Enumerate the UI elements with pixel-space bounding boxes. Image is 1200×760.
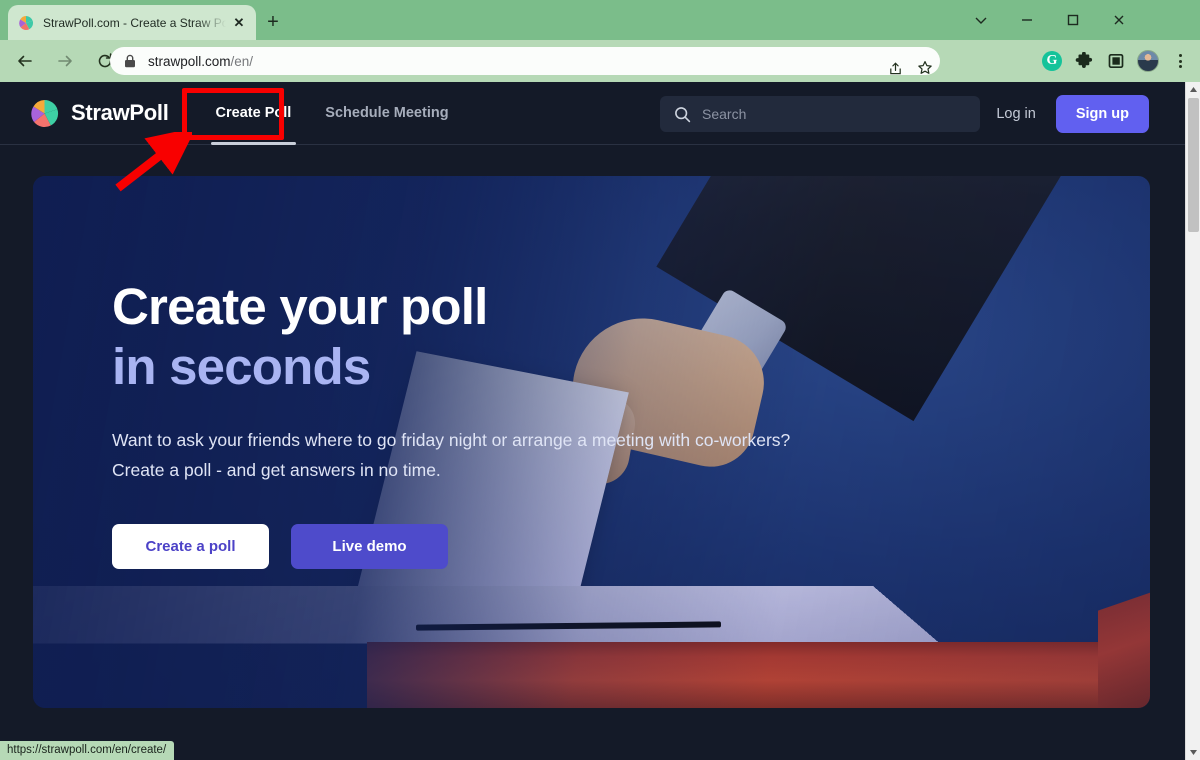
- hero-copy: Create your poll in seconds Want to ask …: [112, 277, 812, 569]
- nav-link-schedule-meeting[interactable]: Schedule Meeting: [308, 82, 465, 145]
- extensions-puzzle-icon[interactable]: [1068, 40, 1100, 82]
- site-search-placeholder: Search: [702, 106, 747, 122]
- page-scrollbar[interactable]: [1185, 82, 1200, 760]
- create-a-poll-button[interactable]: Create a poll: [112, 523, 269, 569]
- hero-heading-line1: Create your poll: [112, 278, 488, 335]
- url-path: /en/: [230, 53, 254, 69]
- site-nav-actions: Log in Sign up: [996, 82, 1149, 145]
- hero-cta-group: Create a poll Live demo: [112, 523, 812, 569]
- scroll-up-arrow-icon[interactable]: [1186, 82, 1200, 97]
- search-icon: [674, 106, 691, 123]
- browser-tab[interactable]: StrawPoll.com - Create a Straw Po ✕: [8, 5, 256, 40]
- scroll-down-arrow-icon[interactable]: [1186, 745, 1200, 760]
- browser-window: StrawPoll.com - Create a Straw Po ✕ + st…: [0, 0, 1200, 760]
- login-link[interactable]: Log in: [996, 106, 1036, 122]
- annotation-highlight-box: [182, 88, 284, 140]
- window-minimize-icon[interactable]: [1004, 0, 1050, 40]
- bookmark-star-icon[interactable]: [910, 54, 940, 82]
- site-logo[interactable]: StrawPoll: [29, 98, 169, 129]
- chrome-menu-icon[interactable]: [1164, 40, 1196, 82]
- url-host: strawpoll.com: [148, 53, 231, 69]
- profile-avatar[interactable]: [1132, 40, 1164, 82]
- window-close-icon[interactable]: [1096, 0, 1142, 40]
- forward-icon[interactable]: [50, 46, 80, 76]
- address-bar[interactable]: strawpoll.com/en/: [110, 47, 940, 75]
- strawpoll-pie-logo-icon: [31, 99, 59, 127]
- hero-heading: Create your poll in seconds: [112, 277, 812, 396]
- new-tab-button[interactable]: +: [262, 11, 284, 33]
- strawpoll-pie-favicon: [19, 15, 34, 30]
- address-bar-url: strawpoll.com/en/: [148, 54, 253, 69]
- site-secure-lock-icon: [124, 54, 136, 68]
- site-brand-label: StrawPoll: [71, 100, 169, 125]
- browser-tab-title: StrawPoll.com - Create a Straw Po: [43, 15, 228, 30]
- tab-search-chevron-down-icon[interactable]: [958, 0, 1004, 40]
- grammarly-extension-icon[interactable]: G: [1036, 40, 1068, 82]
- signup-button[interactable]: Sign up: [1055, 94, 1149, 133]
- window-maximize-icon[interactable]: [1050, 0, 1096, 40]
- hero-description: Want to ask your friends where to go fri…: [112, 430, 791, 481]
- share-icon[interactable]: [880, 54, 910, 82]
- browser-toolbar: strawpoll.com/en/ G: [0, 40, 1200, 82]
- status-bubble: https://strawpoll.com/en/create/: [0, 741, 175, 760]
- tab-close-icon[interactable]: ✕: [230, 14, 248, 32]
- site-search-input[interactable]: Search: [660, 96, 980, 132]
- side-panel-icon[interactable]: [1100, 40, 1132, 82]
- scrollbar-thumb[interactable]: [1188, 98, 1199, 232]
- back-icon[interactable]: [10, 46, 40, 76]
- annotation-arrow-icon: [115, 132, 192, 192]
- hero-banner: Create your poll in seconds Want to ask …: [33, 176, 1150, 708]
- live-demo-button[interactable]: Live demo: [291, 523, 448, 569]
- browser-tabstrip: StrawPoll.com - Create a Straw Po ✕ +: [0, 0, 1200, 40]
- hero-heading-line2: in seconds: [112, 337, 371, 395]
